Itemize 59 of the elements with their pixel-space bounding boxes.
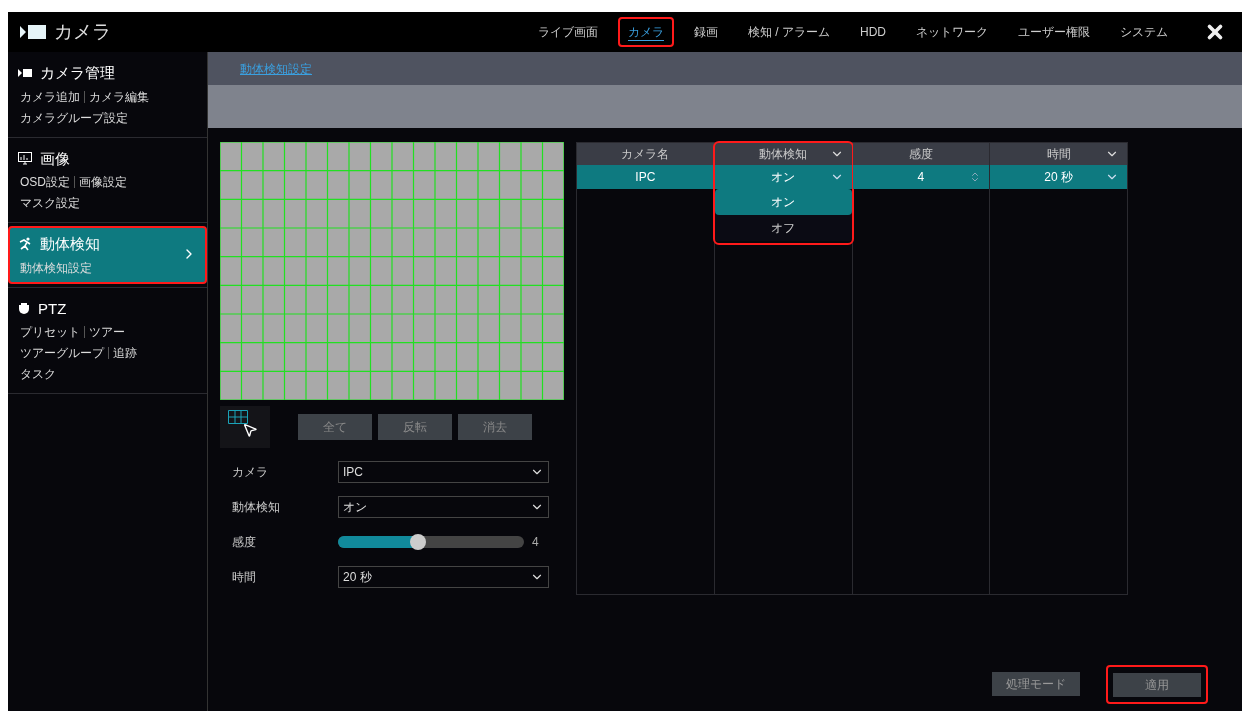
- running-person-icon: [18, 237, 32, 252]
- sidebar-title: カメラ管理: [40, 63, 115, 83]
- sidebar-link[interactable]: OSD設定: [20, 173, 70, 191]
- dropdown-option[interactable]: オン: [714, 189, 852, 215]
- column-header[interactable]: 感度: [852, 143, 990, 165]
- sidebar-link[interactable]: 追跡: [113, 344, 137, 362]
- nav-tab[interactable]: 検知 / アラーム: [738, 17, 840, 47]
- column-header[interactable]: カメラ名: [577, 143, 714, 165]
- sidebar-item[interactable]: カメラ管理 カメラ追加 カメラ編集 カメラグループ設定: [8, 55, 207, 134]
- cursor-icon: [242, 422, 258, 438]
- sidebar-link[interactable]: プリセット: [20, 323, 80, 341]
- draw-grid-tool[interactable]: [220, 406, 270, 448]
- column-header[interactable]: 時間: [990, 143, 1127, 165]
- footer-button[interactable]: 処理モード: [992, 672, 1080, 696]
- app-title: カメラ: [54, 19, 111, 44]
- form-label: 感度: [232, 533, 257, 551]
- dome-camera-icon: [18, 302, 30, 315]
- grid-icon: [228, 410, 248, 424]
- slider-track[interactable]: [338, 535, 524, 548]
- form-label: 動体検知: [232, 498, 281, 516]
- nav-tab[interactable]: ライブ画面: [528, 17, 608, 47]
- sidebar-item[interactable]: PTZ プリセット ツアー ツアーグループ 追跡 タスク: [8, 290, 207, 390]
- table-cell[interactable]: IPC: [577, 165, 714, 189]
- table-cell[interactable]: 20 秒: [990, 165, 1127, 189]
- sidebar-link[interactable]: マスク設定: [20, 194, 80, 212]
- sidebar-link[interactable]: ツアーグループ: [20, 344, 104, 362]
- nav-tab[interactable]: ネットワーク: [906, 17, 998, 47]
- sidebar-title: 動体検知: [40, 234, 100, 254]
- sidebar-link[interactable]: 画像設定: [79, 173, 127, 191]
- monitor-icon: [18, 152, 32, 166]
- dropdown-option[interactable]: オフ: [714, 215, 852, 241]
- footer-button[interactable]: 適用: [1113, 673, 1201, 697]
- nav-tab[interactable]: 録画: [684, 17, 728, 47]
- sidebar-item[interactable]: 動体検知 動体検知設定: [8, 226, 207, 284]
- table-cell[interactable]: オン: [714, 165, 852, 189]
- sidebar-link[interactable]: タスク: [20, 365, 56, 383]
- nav-tab[interactable]: ユーザー権限: [1008, 17, 1100, 47]
- camera-logo-icon: [20, 24, 46, 40]
- column-header[interactable]: 動体検知: [714, 143, 852, 165]
- select-field[interactable]: 20 秒: [338, 565, 549, 588]
- slider-thumb[interactable]: [409, 533, 426, 550]
- sidebar-link[interactable]: カメラグループ設定: [20, 108, 128, 127]
- sidebar-title: 画像: [40, 148, 70, 169]
- sidebar-link[interactable]: カメラ追加: [20, 87, 80, 106]
- nav-tab[interactable]: HDD: [850, 17, 896, 47]
- nav-tab[interactable]: カメラ: [618, 17, 674, 47]
- sidebar-link[interactable]: 動体検知設定: [20, 258, 92, 277]
- slider-value: 4: [532, 533, 539, 551]
- sidebar-item[interactable]: 画像 OSD設定 画像設定 マスク設定: [8, 140, 207, 219]
- sidebar-link[interactable]: ツアー: [89, 323, 125, 341]
- select-field[interactable]: IPC: [338, 460, 549, 483]
- camera-icon: [18, 68, 32, 79]
- sidebar-link[interactable]: カメラ編集: [89, 87, 149, 106]
- nav-tab[interactable]: システム: [1110, 17, 1178, 47]
- select-field[interactable]: オン: [338, 495, 549, 518]
- table-cell[interactable]: 4: [852, 165, 990, 189]
- sidebar-title: PTZ: [38, 298, 67, 319]
- form-label: カメラ: [232, 463, 269, 481]
- form-label: 時間: [232, 568, 257, 586]
